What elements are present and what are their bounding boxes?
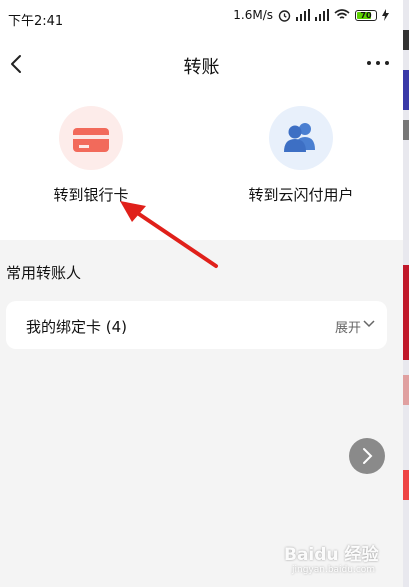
- watermark-brand: Baidu 经验: [284, 545, 379, 565]
- section-title: 常用转账人: [6, 264, 82, 282]
- alarm-icon: [278, 9, 291, 22]
- battery-icon: 70: [355, 9, 377, 21]
- more-icon[interactable]: [367, 61, 389, 65]
- transfer-to-bank-card-button[interactable]: 转到银行卡: [11, 106, 171, 205]
- transfer-to-user-label: 转到云闪付用户: [248, 186, 354, 204]
- battery-level: 70: [360, 10, 372, 20]
- signal-4g-icon: [315, 9, 329, 21]
- page-title: 转账: [183, 57, 220, 78]
- background-window-edge: [403, 0, 409, 587]
- status-bar: 下午2:41 1.6M/s 70: [0, 0, 403, 36]
- status-right: 1.6M/s 70: [233, 8, 389, 22]
- nav-header: 转账: [0, 36, 403, 94]
- watermark-url: jingyan.baidu.com: [292, 565, 376, 575]
- users-icon: [269, 106, 333, 170]
- baidu-watermark: Baidu 经验 jingyan.baidu.com: [282, 532, 402, 582]
- wifi-icon: [334, 9, 350, 19]
- transfer-to-user-button[interactable]: 转到云闪付用户: [221, 106, 381, 205]
- app-screen: 下午2:41 1.6M/s 70 转账 转到银行卡 转到云闪付用户 常用转账人 …: [0, 0, 403, 587]
- charging-icon: [382, 9, 389, 21]
- bank-card-icon: [59, 106, 123, 170]
- network-speed: 1.6M/s: [233, 8, 273, 22]
- status-time: 下午2:41: [8, 14, 64, 29]
- bound-cards-row[interactable]: 我的绑定卡 (4) 展开: [6, 301, 387, 349]
- expand-label[interactable]: 展开: [335, 317, 361, 336]
- bound-cards-label: 我的绑定卡 (4): [26, 318, 128, 336]
- signal-icon: [296, 9, 310, 21]
- annotation-arrow-icon: [120, 201, 218, 268]
- next-page-button[interactable]: [349, 438, 385, 474]
- chevron-down-icon[interactable]: [363, 319, 375, 329]
- chevron-right-icon: [363, 448, 373, 464]
